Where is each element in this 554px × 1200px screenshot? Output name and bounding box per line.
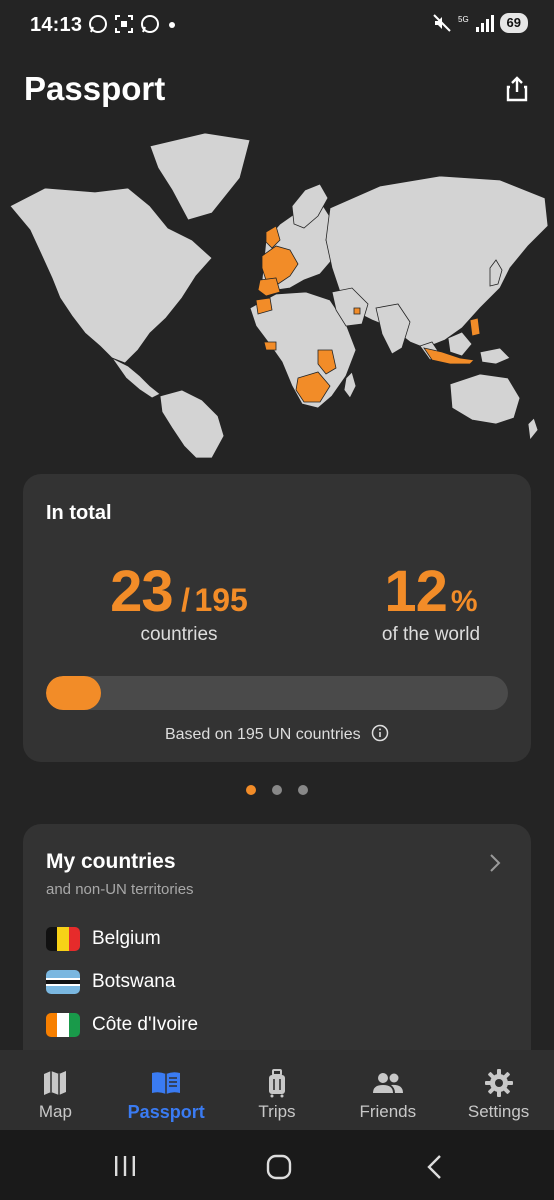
passport-book-icon — [152, 1072, 181, 1094]
country-name: Côte d'Ivoire — [92, 1014, 199, 1035]
country-row[interactable]: Côte d'Ivoire — [46, 1012, 198, 1038]
status-system-icons: 5G 69 — [432, 13, 528, 33]
whatsapp-icon — [141, 15, 159, 33]
country-name: Belgium — [92, 928, 161, 949]
my-countries-card[interactable]: My countries and non-UN territories Belg… — [23, 824, 531, 1084]
map-land-north-america — [9, 187, 213, 364]
my-countries-title: My countries — [46, 850, 176, 873]
signal-5g-icon: 5G — [458, 15, 494, 32]
pager-dot[interactable] — [246, 785, 256, 795]
screenshot-icon — [115, 15, 133, 33]
country-row[interactable]: Botswana — [46, 969, 175, 995]
people-icon — [372, 1073, 403, 1093]
map-visited-west-africa — [263, 341, 277, 351]
map-land-new-zealand — [527, 417, 539, 441]
home-icon[interactable] — [266, 1154, 292, 1180]
recent-apps-icon[interactable] — [112, 1154, 138, 1178]
map-land-central-america — [111, 357, 161, 399]
flag-icon — [46, 1013, 80, 1037]
share-icon[interactable] — [500, 72, 534, 106]
nav-label: Trips — [258, 1102, 296, 1121]
visited-number: 23 — [110, 559, 174, 624]
map-land-new-guinea — [479, 347, 511, 365]
status-bar: 14:13 5G 69 — [0, 0, 554, 52]
nav-item-settings[interactable]: Settings — [443, 1050, 554, 1130]
nav-label: Friends — [359, 1102, 417, 1121]
svg-text:5G: 5G — [458, 15, 469, 24]
page-title: Passport — [24, 70, 166, 107]
flag-icon — [46, 927, 80, 951]
status-notification-icons — [88, 14, 178, 34]
pager-dot[interactable] — [298, 785, 308, 795]
percent-unit: % — [450, 585, 478, 618]
nav-item-trips[interactable]: Trips — [222, 1050, 333, 1130]
country-name: Botswana — [92, 971, 176, 992]
nav-label: Map — [38, 1102, 72, 1121]
map-land-greenland — [149, 132, 251, 221]
total-card-title: In total — [46, 502, 112, 524]
nav-item-map[interactable]: Map — [0, 1050, 111, 1130]
total-stats-card: In total 23 / 195 12% countries of the w… — [23, 474, 531, 762]
carousel-pager[interactable] — [246, 785, 308, 795]
dot-icon — [169, 22, 175, 28]
world-map[interactable] — [0, 128, 554, 458]
battery-indicator: 69 — [499, 13, 528, 33]
chevron-right-icon[interactable] — [485, 852, 505, 874]
country-row[interactable]: Belgium — [46, 926, 161, 952]
world-percent: 12% — [353, 558, 509, 625]
map-visited-iberia — [257, 277, 281, 297]
flag-icon — [46, 970, 80, 994]
mute-icon — [432, 14, 451, 32]
percent-number: 12 — [384, 559, 448, 624]
map-land-south-america — [159, 389, 225, 458]
visited-count: 23 / 195 — [69, 558, 289, 625]
basis-note[interactable]: Based on 195 UN countries — [23, 724, 531, 744]
status-time: 14:13 — [30, 14, 83, 36]
system-nav-bar — [0, 1130, 554, 1200]
map-visited-philippines — [469, 317, 481, 337]
countries-label: countries — [140, 624, 218, 645]
info-icon[interactable] — [371, 724, 389, 742]
back-icon[interactable] — [424, 1154, 446, 1180]
gear-icon — [484, 1069, 513, 1097]
basis-text: Based on 195 UN countries — [164, 726, 361, 743]
nav-label: Passport — [127, 1102, 205, 1122]
bottom-nav: Map Passport Trips Friends Settings — [0, 1050, 554, 1130]
nav-item-passport[interactable]: Passport — [111, 1050, 222, 1130]
world-progress-bar — [46, 676, 508, 710]
nav-item-friends[interactable]: Friends — [332, 1050, 443, 1130]
map-land-australia — [449, 373, 521, 425]
progress-fill — [46, 676, 102, 710]
luggage-icon — [268, 1069, 285, 1098]
pager-dot[interactable] — [272, 785, 282, 795]
map-icon — [44, 1071, 67, 1095]
world-label: of the world — [381, 624, 481, 645]
count-separator: / — [181, 582, 190, 618]
my-countries-subtitle: and non-UN territories — [46, 881, 194, 898]
map-visited-uae — [353, 307, 361, 315]
total-number: 195 — [194, 582, 248, 618]
whatsapp-icon — [89, 15, 107, 33]
nav-label: Settings — [467, 1102, 530, 1121]
